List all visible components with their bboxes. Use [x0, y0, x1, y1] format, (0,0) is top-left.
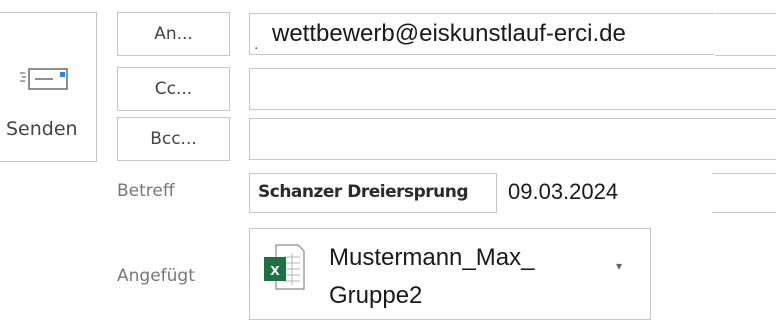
to-field-extension — [715, 13, 776, 14]
subject-label: Betreff — [117, 181, 175, 201]
subject-field-extension-bottom — [712, 212, 776, 213]
bcc-button[interactable]: Bcc... — [117, 117, 230, 161]
excel-file-icon: x — [264, 244, 305, 290]
attachment-item[interactable]: x Mustermann_Max_ Gruppe2 — [249, 228, 651, 320]
attachment-label: Angefügt — [117, 266, 195, 286]
attachment-dropdown[interactable]: ▾ — [612, 228, 651, 320]
send-button[interactable]: Senden — [0, 12, 97, 162]
subject-field-extension — [712, 173, 776, 174]
bcc-field[interactable] — [249, 118, 776, 160]
to-button[interactable]: An... — [117, 12, 230, 56]
chevron-down-icon: ▾ — [616, 259, 623, 273]
text-caret: . — [254, 36, 259, 53]
send-envelope-icon — [20, 68, 68, 90]
attachment-file-name: Mustermann_Max_ Gruppe2 — [329, 239, 534, 315]
to-value: wettbewerb@eiskunstlauf-erci.de — [272, 20, 626, 47]
to-field-extension-bottom — [715, 55, 776, 56]
subject-field[interactable]: Schanzer Dreiersprung — [249, 173, 497, 213]
send-label: Senden — [6, 118, 78, 140]
to-field[interactable]: . wettbewerb@eiskunstlauf-erci.de — [249, 13, 714, 55]
attachment-name-line2: Gruppe2 — [329, 282, 423, 309]
cc-field[interactable] — [249, 68, 776, 110]
cc-button[interactable]: Cc... — [117, 67, 230, 111]
subject-value: Schanzer Dreiersprung — [258, 182, 469, 202]
svg-text:x: x — [270, 260, 280, 279]
subject-date: 09.03.2024 — [508, 179, 619, 204]
attachment-name-line1: Mustermann_Max_ — [329, 244, 535, 271]
